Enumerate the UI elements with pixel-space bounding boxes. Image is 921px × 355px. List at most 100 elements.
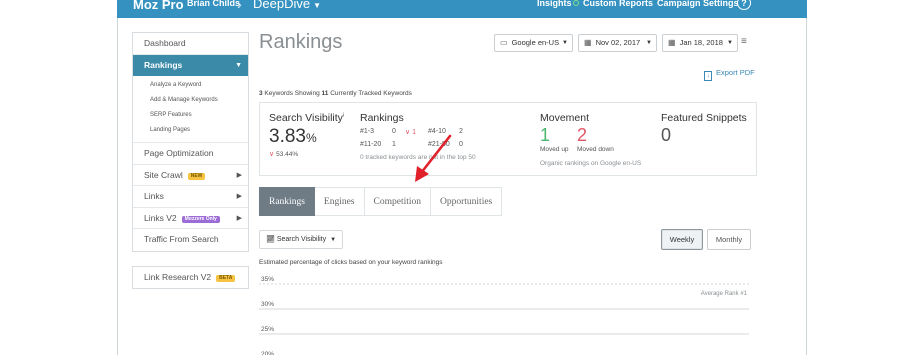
sidebar-item-links[interactable]: Links ▶ <box>133 186 248 208</box>
moved-down-label: Moved down <box>577 146 614 153</box>
date-from-select[interactable]: ▦ Nov 02, 2017 ▼ <box>578 34 657 52</box>
moved-up-label: Moved up <box>540 146 569 153</box>
sidebar-item-label: Link Research V2 <box>144 271 212 282</box>
search-visibility-title: Search Visibility <box>269 112 343 124</box>
report-tabs: Rankings Engines Competition Opportuniti… <box>259 187 503 216</box>
nav-custom-reports[interactable]: Custom Reports <box>583 0 653 8</box>
y-tick-label: 25% <box>261 326 274 333</box>
help-icon[interactable]: ? <box>737 0 751 10</box>
info-icon[interactable]: i <box>343 113 344 119</box>
featured-snippets-label: Featured Snippets <box>661 112 747 124</box>
caret-down-icon: ▼ <box>727 40 733 46</box>
tab-competition[interactable]: Competition <box>364 187 431 216</box>
y-tick-label: 35% <box>261 276 274 283</box>
search-visibility-unit: % <box>305 131 317 145</box>
movement-note: Organic rankings on Google en-US <box>540 160 642 167</box>
annotation-arrow <box>415 134 452 182</box>
nav-insights[interactable]: Insights <box>537 0 579 8</box>
weekly-toggle[interactable]: Weekly <box>661 229 703 250</box>
date-to-select[interactable]: ▦ Jan 18, 2018 ▼ <box>662 34 738 52</box>
export-pdf-link[interactable]: ↓ Export PDF <box>704 68 755 81</box>
frame-border-left <box>117 18 118 355</box>
tab-opportunities[interactable]: Opportunities <box>431 187 503 216</box>
metric-select-label: Search Visibility <box>276 236 327 243</box>
movement-label: Movement <box>540 112 590 124</box>
nav-campaign-settings[interactable]: Campaign Settings <box>657 0 739 8</box>
sidebar: Dashboard Rankings ▼ Analyze a Keyword A… <box>132 32 249 289</box>
keywords-summary-text: Keywords Showing <box>262 90 322 97</box>
page-title: Rankings <box>259 31 343 53</box>
sidebar-item-page-optimization[interactable]: Page Optimization <box>133 143 248 165</box>
project-name: DeepDive <box>253 0 311 11</box>
export-pdf-label: Export PDF <box>716 68 755 77</box>
rank-bucket-1-3-label: #1-3 <box>360 128 375 135</box>
sidebar-menu: Dashboard Rankings ▼ Analyze a Keyword A… <box>132 32 249 252</box>
sidebar-item-site-crawl[interactable]: Site Crawl NEW ▶ <box>133 165 248 186</box>
rank-bucket-1-3-value: 0 <box>392 128 396 135</box>
sidebar-subitem-serp-features[interactable]: SERP Features <box>133 108 248 123</box>
beta-badge: BETA <box>216 274 236 282</box>
moz-pro-logo[interactable]: Moz Pro <box>133 0 184 12</box>
breadcrumb-separator: › <box>237 0 242 12</box>
moved-down-value: 2 <box>577 125 588 145</box>
chevron-down-icon: ▼ <box>313 1 322 10</box>
search-visibility-value: 3.83% <box>269 126 317 148</box>
project-switcher[interactable]: DeepDive ▼ <box>253 0 321 11</box>
sidebar-item-label: Links V2 <box>144 212 177 223</box>
y-tick-label: 30% <box>261 301 274 308</box>
sidebar-item-traffic-from-search[interactable]: Traffic From Search <box>133 229 248 251</box>
search-visibility-number: 3.83 <box>269 126 306 147</box>
sidebar-item-dashboard[interactable]: Dashboard <box>133 33 248 55</box>
user-name[interactable]: Brian Childs <box>187 0 240 8</box>
page: Moz Pro Brian Childs › DeepDive ▼ Insight… <box>0 0 921 355</box>
calendar-icon: ▦ <box>668 38 676 47</box>
engine-select[interactable]: ▭ Google en-US ▼ <box>494 34 573 52</box>
monthly-toggle[interactable]: Monthly <box>707 229 751 250</box>
sidebar-item-rankings[interactable]: Rankings ▼ <box>133 54 248 76</box>
featured-snippets-value: 0 <box>661 125 672 145</box>
sidebar-item-links-v2[interactable]: Links V2 Mozzers Only ▶ <box>133 208 248 229</box>
date-from-label: Nov 02, 2017 <box>595 38 641 47</box>
keywords-summary: 3 Keywords Showing 11 Currently Tracked … <box>259 90 412 97</box>
sidebar-item-label: Site Crawl <box>144 169 183 180</box>
sidebar-subitem-landing-pages[interactable]: Landing Pages <box>133 123 248 138</box>
monitor-icon: ▭ <box>500 38 508 47</box>
moved-up-value: 1 <box>540 125 551 145</box>
tab-rankings[interactable]: Rankings <box>259 187 315 216</box>
rank-bucket-11-20-value: 1 <box>392 141 396 148</box>
metric-select[interactable]: 📈︎ Search Visibility ▼ <box>259 230 344 249</box>
notification-dot-icon <box>572 0 579 6</box>
chevron-right-icon: ▶ <box>236 193 242 200</box>
top-nav-bar: Moz Pro Brian Childs › DeepDive ▼ Insight… <box>117 0 807 18</box>
annotation-arrow-shaft <box>419 134 452 175</box>
line-chart-icon: 📈︎ <box>266 236 277 243</box>
summary-card: Search Visibilityi 3.83% ∨ 53.44% Ranking… <box>259 102 757 176</box>
sidebar-extra: Link Research V2 BETA <box>132 265 249 289</box>
search-visibility-change-value: 53.44% <box>276 151 299 158</box>
caret-down-icon: ▼ <box>646 40 652 46</box>
caret-down-icon: ▼ <box>562 40 568 46</box>
y-tick-label: 20% <box>261 351 274 355</box>
engine-select-label: Google en-US <box>511 38 560 47</box>
sidebar-subitem-analyze-keyword[interactable]: Analyze a Keyword <box>133 78 248 93</box>
sidebar-item-link-research-v2[interactable]: Link Research V2 BETA <box>133 267 248 289</box>
caret-down-icon: ▼ <box>235 61 242 69</box>
trend-down-icon: ∨ <box>269 151 275 158</box>
date-to-label: Jan 18, 2018 <box>679 38 723 47</box>
tab-engines[interactable]: Engines <box>314 187 365 216</box>
calendar-icon: ▦ <box>584 38 592 47</box>
annotation-arrow-head <box>415 166 429 182</box>
chevron-right-icon: ▶ <box>236 214 242 222</box>
search-visibility-change: ∨ 53.44% <box>269 150 298 158</box>
search-visibility-label: Search Visibilityi <box>269 112 344 124</box>
keywords-summary-tail: Currently Tracked Keywords <box>328 90 412 97</box>
rank-bucket-11-20-label: #11-20 <box>360 141 382 148</box>
sidebar-item-label: Rankings <box>144 59 183 70</box>
new-badge: NEW <box>187 172 206 180</box>
search-visibility-chart: 35% 30% 25% 20% Average Rank #1 <box>259 276 749 355</box>
average-rank-annotation: Average Rank #1 <box>701 291 748 297</box>
chart-description: Estimated percentage of clicks based on … <box>259 259 443 266</box>
hamburger-menu-icon[interactable]: ≡ <box>741 36 747 47</box>
rankings-label: Rankings <box>360 112 404 124</box>
sidebar-subitem-add-manage-keywords[interactable]: Add & Manage Keywords <box>133 93 248 108</box>
